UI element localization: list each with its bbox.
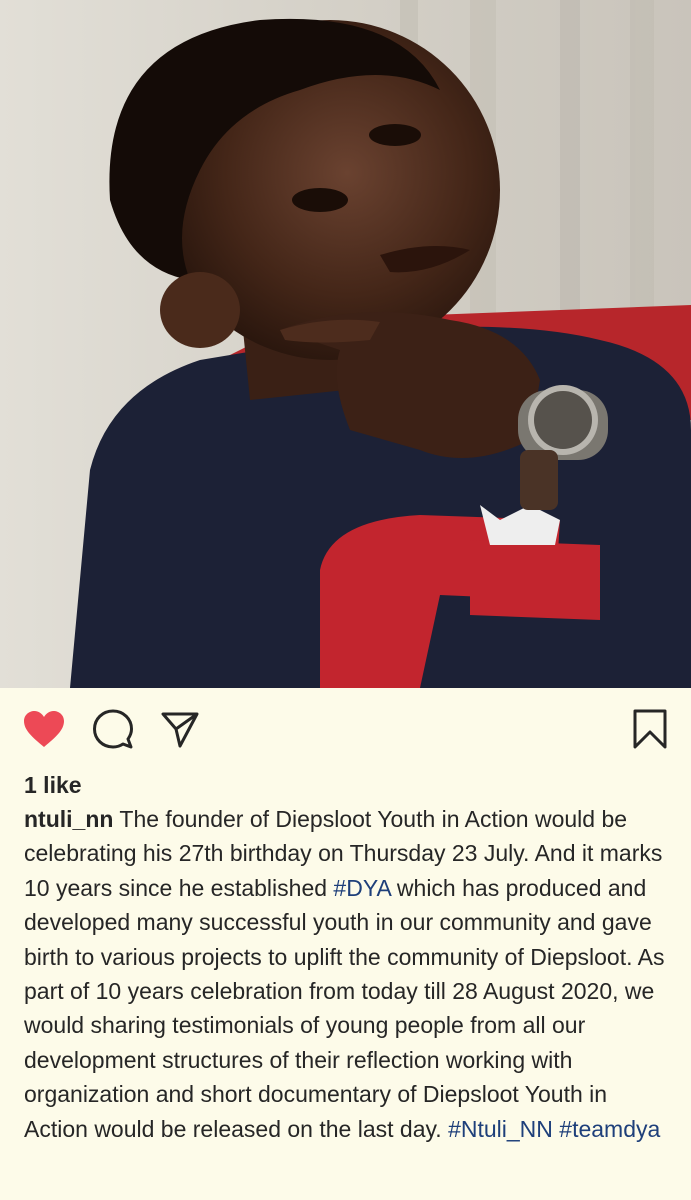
hashtag-link[interactable]: #teamdya — [559, 1116, 660, 1142]
username-link[interactable]: ntuli_nn — [24, 806, 113, 832]
post-photo[interactable] — [0, 0, 691, 688]
bookmark-icon[interactable] — [631, 708, 669, 750]
action-bar — [0, 688, 691, 770]
caption-text: which has produced and developed many su… — [24, 874, 665, 1142]
likes-count[interactable]: 1 like — [0, 768, 691, 802]
portrait-photo — [0, 0, 691, 688]
heart-icon[interactable] — [22, 709, 66, 749]
comment-icon[interactable] — [92, 708, 134, 750]
hashtag-link[interactable]: #Ntuli_NN — [448, 1116, 553, 1142]
post-caption: ntuli_nn The founder of Diepsloot Youth … — [0, 802, 691, 1146]
hashtag-link[interactable]: #DYA — [333, 875, 390, 901]
share-icon[interactable] — [160, 709, 200, 749]
